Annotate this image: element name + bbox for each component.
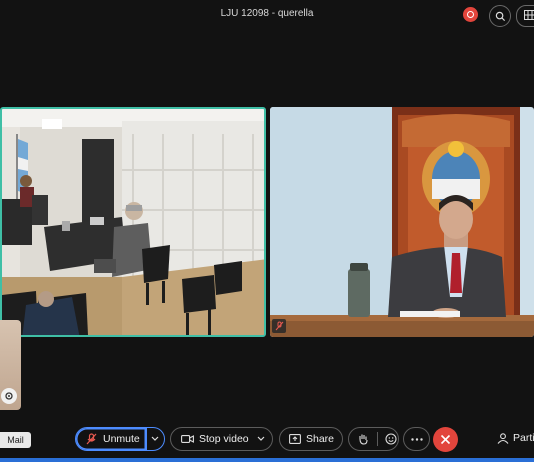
courtroom-video bbox=[2, 109, 264, 335]
mail-tooltip: Mail bbox=[0, 432, 31, 448]
mic-muted-icon bbox=[86, 433, 97, 445]
more-icon bbox=[410, 437, 423, 441]
emoji-icon[interactable] bbox=[385, 433, 397, 445]
reactions-group[interactable] bbox=[348, 427, 399, 451]
taskbar-strip bbox=[0, 458, 534, 462]
share-icon bbox=[289, 434, 301, 444]
mic-muted-icon bbox=[272, 319, 286, 333]
gear-icon[interactable] bbox=[1, 388, 17, 404]
record-icon[interactable] bbox=[463, 7, 478, 22]
unmute-main[interactable]: Unmute bbox=[76, 428, 147, 450]
stop-video-button[interactable]: Stop video bbox=[170, 427, 273, 451]
unmute-button[interactable]: Unmute bbox=[75, 427, 165, 451]
layout-button[interactable] bbox=[516, 5, 534, 27]
search-icon bbox=[495, 11, 505, 21]
unmute-label: Unmute bbox=[103, 433, 140, 445]
more-button[interactable] bbox=[403, 427, 430, 451]
judge-video bbox=[270, 107, 534, 337]
participants-button[interactable]: Parti bbox=[497, 432, 534, 444]
chevron-down-icon[interactable] bbox=[257, 436, 265, 442]
chevron-down-icon[interactable] bbox=[151, 436, 159, 442]
meeting-title: LJU 12098 - querella bbox=[220, 8, 314, 19]
layout-icon bbox=[524, 10, 534, 20]
title-bar: LJU 12098 - querella bbox=[0, 0, 534, 30]
search-button[interactable] bbox=[489, 5, 511, 27]
video-icon bbox=[181, 435, 194, 443]
participants-label: Parti bbox=[513, 432, 534, 444]
end-call-button[interactable] bbox=[433, 427, 458, 452]
share-label: Share bbox=[306, 433, 335, 445]
share-button[interactable]: Share bbox=[279, 427, 343, 451]
raise-hand-icon[interactable] bbox=[358, 433, 369, 445]
video-tile-courtroom[interactable] bbox=[0, 107, 266, 337]
participants-icon bbox=[497, 432, 509, 444]
stop-video-label: Stop video bbox=[199, 433, 249, 445]
end-call-icon bbox=[440, 434, 451, 445]
video-tile-judge[interactable] bbox=[270, 107, 534, 337]
